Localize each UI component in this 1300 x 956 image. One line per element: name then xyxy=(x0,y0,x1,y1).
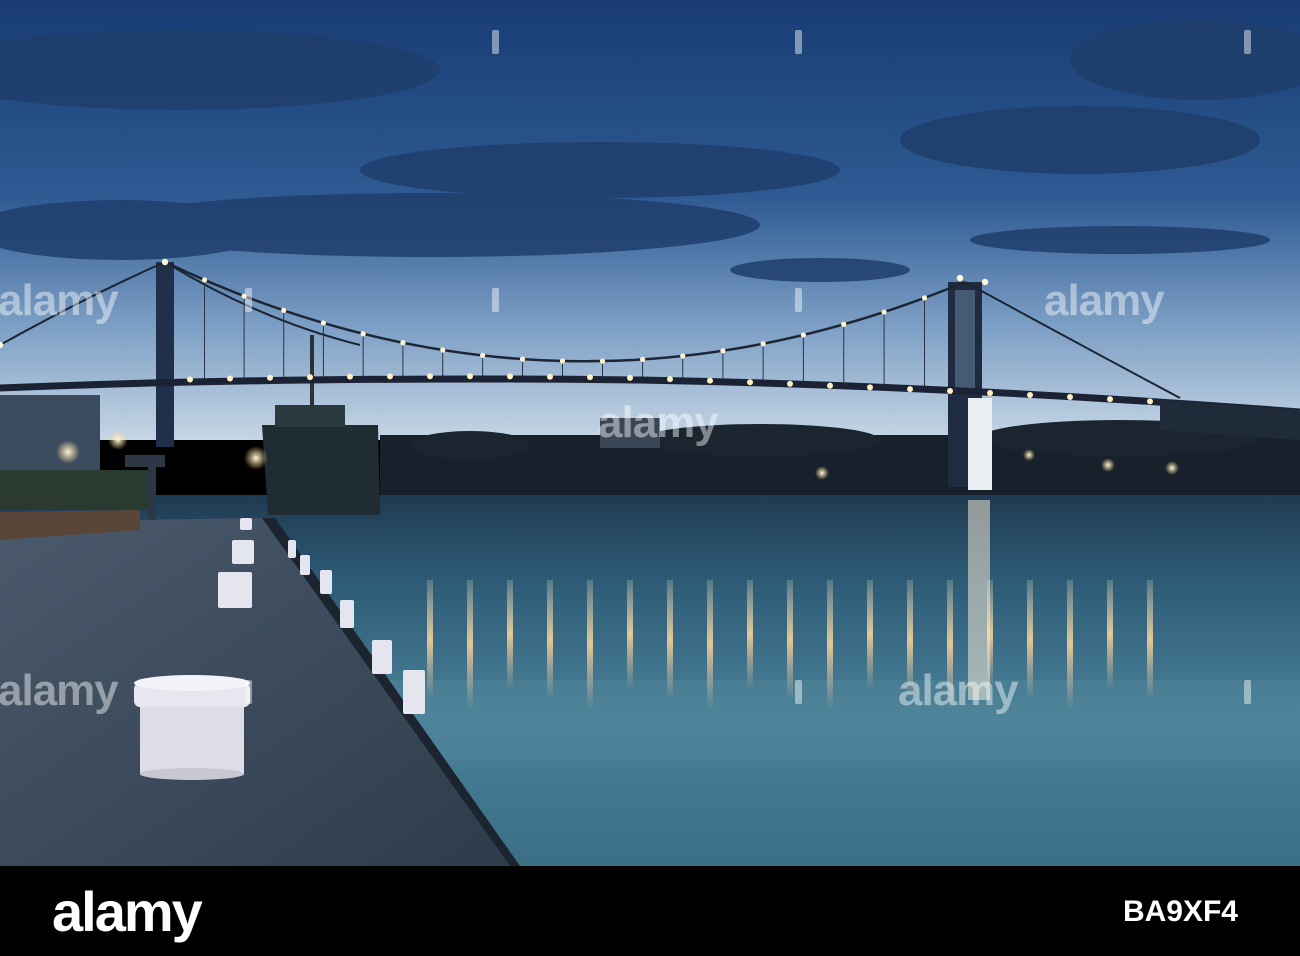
reflection-streak xyxy=(947,580,953,710)
cable-light xyxy=(440,347,446,353)
reflection-streak xyxy=(747,580,753,690)
tower-light xyxy=(956,274,964,282)
deck-light xyxy=(187,376,193,383)
deck-light xyxy=(1067,394,1073,401)
cable-light xyxy=(640,356,646,363)
reflection-streak xyxy=(547,580,553,700)
cable-light xyxy=(921,295,928,301)
deck-light xyxy=(307,374,313,381)
bollard xyxy=(288,540,296,558)
cable-light xyxy=(281,307,287,313)
reflection-streak xyxy=(1027,580,1033,700)
deck-light xyxy=(1147,398,1153,405)
bollard xyxy=(320,570,332,594)
bollard xyxy=(403,670,425,714)
image-id: BA9XF4 xyxy=(1122,895,1238,928)
bollard xyxy=(218,572,252,608)
deck-light xyxy=(1107,396,1113,403)
reflection-streak xyxy=(1147,580,1153,700)
deck-light xyxy=(467,373,473,380)
tower-light xyxy=(981,278,989,286)
deck-light xyxy=(947,388,953,395)
reflection-streak xyxy=(827,580,833,710)
cable-light xyxy=(760,341,766,347)
reflection-streak xyxy=(587,580,593,710)
tower-left xyxy=(156,262,174,447)
cable-light xyxy=(881,309,887,315)
deck-light xyxy=(387,373,393,380)
silos-left xyxy=(0,395,100,475)
deck-light xyxy=(747,379,753,386)
reflection-streak xyxy=(667,580,673,700)
deck-light xyxy=(1027,391,1033,398)
deck-light xyxy=(907,386,913,393)
bollard xyxy=(372,640,392,674)
bollard xyxy=(300,555,310,575)
ship-hull xyxy=(262,425,380,515)
cable-light xyxy=(480,352,486,359)
bollard xyxy=(232,540,254,564)
deck-light xyxy=(507,373,513,380)
cable-light xyxy=(680,353,686,359)
cable-light xyxy=(720,348,726,354)
deck-light xyxy=(267,374,273,381)
cable-light xyxy=(519,356,526,362)
reflection-streak xyxy=(467,580,473,710)
reflection-streak xyxy=(867,580,873,690)
bollard-foreground xyxy=(134,675,250,780)
footer-bar: alamy BA9XF4 xyxy=(0,866,1300,956)
reflection-streak xyxy=(1107,580,1113,690)
deck-light xyxy=(427,373,433,380)
cable-light xyxy=(400,340,406,346)
deck-light xyxy=(627,374,633,381)
reflection-streak xyxy=(1067,580,1073,710)
photo: alamy alamy alamy alamy alamy xyxy=(0,0,1300,866)
cable-light xyxy=(599,358,606,364)
cable-light xyxy=(241,293,247,299)
pier-right xyxy=(968,398,992,490)
bollard xyxy=(340,600,354,628)
deck-light xyxy=(347,373,353,380)
reflection-streak xyxy=(427,580,433,700)
alamy-logo: alamy xyxy=(52,880,203,943)
deck-light xyxy=(547,373,553,380)
deck-light xyxy=(227,375,233,382)
deck-light xyxy=(787,380,793,387)
deck-light xyxy=(867,384,873,391)
reflection-streak xyxy=(787,580,793,700)
reflection-streak xyxy=(627,580,633,690)
kiosk xyxy=(125,455,165,467)
deck-light xyxy=(987,389,993,396)
tower-light xyxy=(161,258,169,266)
deck-light xyxy=(667,376,673,383)
cable-light xyxy=(841,321,847,327)
reflection-streak xyxy=(507,580,513,690)
deck-light xyxy=(827,382,833,389)
deck-light xyxy=(587,374,593,381)
bollard xyxy=(240,518,252,530)
cable-light xyxy=(800,332,807,338)
pier-reflection xyxy=(968,500,990,700)
cable-light xyxy=(559,358,566,364)
silos-far xyxy=(600,418,660,448)
cable-light xyxy=(320,320,326,326)
deck-light xyxy=(707,377,713,384)
grass xyxy=(0,470,150,510)
cable-light xyxy=(360,331,366,337)
reflection-streak xyxy=(707,580,713,710)
bridge-scene xyxy=(0,0,1300,866)
cable-light xyxy=(201,277,208,283)
reflection-streak xyxy=(907,580,913,700)
